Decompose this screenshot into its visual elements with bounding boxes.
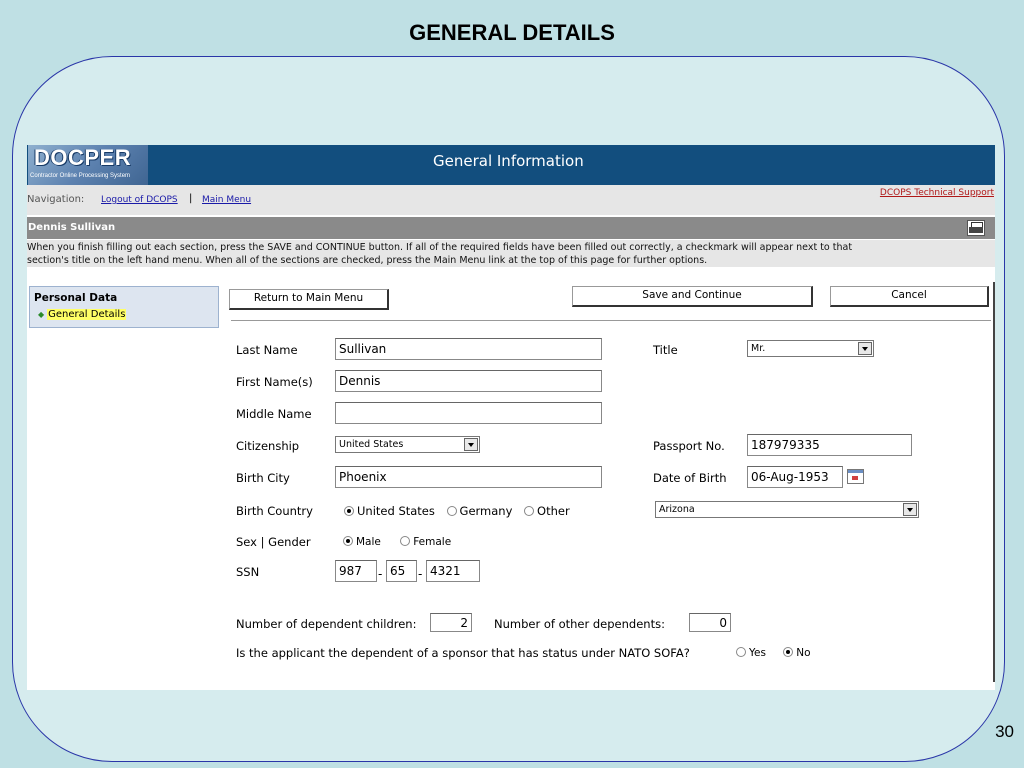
birth-state-select[interactable]: Arizona (655, 501, 919, 518)
passport-label: Passport No. (653, 439, 725, 453)
sex-option-male[interactable]: Male (343, 536, 381, 548)
birth-country-label: Birth Country (236, 504, 313, 518)
save-continue-button[interactable]: Save and Continue (572, 286, 813, 307)
first-name-input[interactable]: Dennis (335, 370, 602, 392)
sidebar-menu: Personal Data ◆ General Details (29, 286, 219, 328)
radio-selected-icon (783, 647, 794, 657)
birth-city-input[interactable]: Phoenix (335, 466, 602, 488)
birth-country-option-other[interactable]: Other (524, 504, 570, 518)
user-bar: Dennis Sullivan (27, 217, 995, 239)
ssn-part2-input[interactable]: 65 (386, 560, 417, 582)
sex-radios: Male Female (343, 536, 459, 548)
citizenship-value: United States (339, 439, 404, 450)
last-name-label: Last Name (236, 343, 298, 357)
nato-option-no[interactable]: No (783, 647, 811, 659)
ssn-dash: - (418, 567, 423, 581)
nato-sofa-label: Is the applicant the dependent of a spon… (236, 646, 690, 660)
sex-option-female[interactable]: Female (400, 536, 451, 548)
sidebar-item-general-details[interactable]: ◆ General Details (38, 309, 127, 320)
app-window: DOCPER Contractor Online Processing Syst… (27, 145, 995, 690)
instructions-line-2: section's title on the left hand menu. W… (27, 254, 708, 266)
title-label: Title (653, 343, 678, 357)
logo-text: DOCPER (34, 145, 132, 170)
dropdown-arrow-icon (903, 503, 917, 516)
slide-number: 30 (995, 722, 1014, 741)
main-menu-link[interactable]: Main Menu (202, 195, 251, 205)
instructions: When you finish filling out each section… (27, 240, 995, 267)
birth-city-label: Birth City (236, 471, 290, 485)
birth-state-value: Arizona (659, 504, 695, 515)
dropdown-arrow-icon (464, 438, 478, 451)
navigation-bar: Navigation: Logout of DCOPS | Main Menu … (27, 185, 995, 215)
ssn-label: SSN (236, 565, 260, 579)
sidebar-section-personal-data: Personal Data (34, 292, 118, 304)
user-name: Dennis Sullivan (28, 222, 116, 233)
sidebar-item-label: General Details (47, 309, 127, 320)
toolbar-divider (231, 320, 991, 321)
app-banner: DOCPER Contractor Online Processing Syst… (27, 145, 995, 185)
citizenship-select[interactable]: United States (335, 436, 480, 453)
nav-separator: | (189, 193, 193, 204)
dob-input[interactable]: 06-Aug-1953 (747, 466, 843, 488)
calendar-icon[interactable] (847, 469, 864, 484)
radio-icon (446, 506, 457, 516)
instructions-line-1: When you finish filling out each section… (27, 242, 853, 253)
nav-label: Navigation: (27, 194, 85, 205)
radio-icon (524, 506, 535, 516)
dropdown-arrow-icon (858, 342, 872, 355)
return-main-menu-button[interactable]: Return to Main Menu (229, 289, 389, 310)
logo-subtitle: Contractor Online Processing System (30, 173, 131, 179)
middle-name-label: Middle Name (236, 407, 312, 421)
radio-icon (400, 536, 411, 546)
ssn-dash: - (378, 567, 383, 581)
dependent-children-input[interactable]: 2 (430, 613, 472, 632)
middle-name-input[interactable] (335, 402, 602, 424)
printer-icon[interactable] (967, 220, 985, 236)
sex-gender-label: Sex | Gender (236, 535, 311, 549)
tech-support-link[interactable]: DCOPS Technical Support (880, 188, 994, 198)
docper-logo: DOCPER Contractor Online Processing Syst… (28, 145, 148, 185)
other-dependents-label: Number of other dependents: (494, 617, 665, 631)
radio-selected-icon (343, 536, 353, 546)
content-divider (993, 282, 995, 682)
dependent-children-label: Number of dependent children: (236, 617, 417, 631)
radio-icon (736, 647, 746, 657)
last-name-input[interactable]: Sullivan (335, 338, 602, 360)
nato-option-yes[interactable]: Yes (736, 647, 766, 659)
birth-country-option-us[interactable]: United States (344, 504, 435, 518)
title-value: Mr. (751, 343, 766, 354)
ssn-part3-input[interactable]: 4321 (426, 560, 480, 582)
page-title: General Information (433, 152, 584, 170)
birth-country-radios: United States Germany Other (344, 504, 578, 518)
dob-label: Date of Birth (653, 471, 727, 485)
birth-country-option-germany[interactable]: Germany (446, 504, 512, 518)
slide-title: GENERAL DETAILS (409, 20, 615, 45)
diamond-bullet-icon: ◆ (38, 310, 45, 319)
citizenship-label: Citizenship (236, 439, 300, 453)
nato-sofa-radios: Yes No (736, 647, 819, 659)
other-dependents-input[interactable]: 0 (689, 613, 731, 632)
first-name-label: First Name(s) (236, 375, 313, 389)
radio-selected-icon (344, 506, 354, 516)
ssn-part1-input[interactable]: 987 (335, 560, 377, 582)
logout-link[interactable]: Logout of DCOPS (101, 195, 178, 205)
cancel-button[interactable]: Cancel (830, 286, 989, 307)
passport-input[interactable]: 187979335 (747, 434, 912, 456)
title-select[interactable]: Mr. (747, 340, 874, 357)
